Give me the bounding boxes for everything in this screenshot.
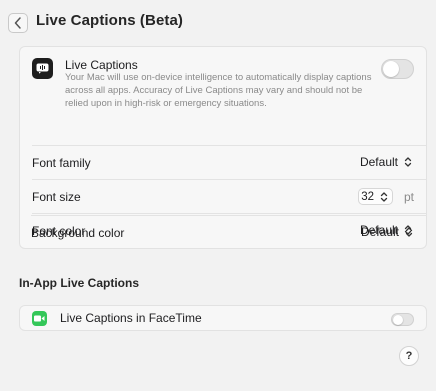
font-family-value: Default	[359, 155, 398, 169]
font-size-label: Font size	[32, 190, 81, 204]
background-color-popup[interactable]: Default	[361, 225, 415, 239]
in-app-captions-card: Live Captions in FaceTime	[19, 305, 427, 331]
help-button[interactable]: ?	[399, 346, 419, 366]
toggle-knob	[393, 314, 403, 325]
font-family-row: Font family Default	[32, 145, 426, 180]
font-size-row: Font size 32 pt	[32, 179, 426, 214]
font-size-value: 32	[361, 190, 374, 203]
up-down-chevron-icon	[403, 225, 415, 239]
up-down-chevron-icon	[402, 155, 414, 169]
live-captions-row: Live Captions Your Mac will use on-devic…	[20, 47, 426, 145]
background-color-row: Background color Default	[31, 215, 427, 250]
background-color-container: Background color Default	[19, 215, 427, 249]
chevron-left-icon	[14, 17, 21, 29]
live-captions-title: Live Captions	[65, 58, 138, 72]
background-color-value: Default	[360, 225, 399, 239]
in-app-section-title: In-App Live Captions	[19, 276, 139, 290]
font-family-popup[interactable]: Default	[360, 155, 414, 169]
live-captions-description: Your Mac will use on-device intelligence…	[65, 72, 372, 109]
font-family-label: Font family	[32, 156, 91, 170]
page-title: Live Captions (Beta)	[36, 12, 184, 29]
back-button[interactable]	[8, 13, 28, 33]
live-captions-toggle[interactable]	[381, 59, 414, 79]
header: Live Captions (Beta)	[0, 0, 436, 44]
toggle-knob	[383, 61, 399, 77]
facetime-captions-label: Live Captions in FaceTime	[60, 311, 202, 325]
background-color-label: Background color	[31, 226, 125, 240]
font-size-stepper[interactable]: 32	[358, 188, 393, 205]
facetime-icon	[32, 311, 47, 326]
stepper-arrows-icon[interactable]	[378, 190, 390, 204]
facetime-captions-toggle[interactable]	[391, 313, 414, 326]
font-size-unit: pt	[403, 190, 414, 204]
live-captions-app-icon	[32, 58, 53, 79]
